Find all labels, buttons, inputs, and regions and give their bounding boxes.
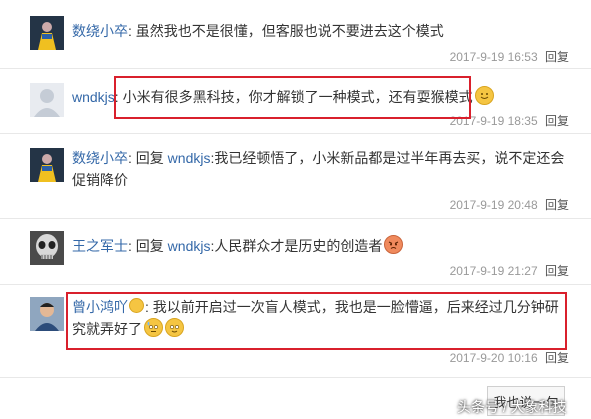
mention-link[interactable]: wndkjs: [168, 238, 211, 254]
author-link[interactable]: 曾小鸿吖: [72, 299, 128, 315]
smiley-emoji-icon: [129, 298, 144, 313]
reply-item: 数绕小卒: 回复 wndkjs:我已经顿悟了，小米新品都是过半年再去买，说不定还…: [0, 134, 591, 219]
reply-word: 回复: [135, 150, 168, 166]
reply-content: 曾小鸿吖: 我以前开启过一次盲人模式，我也是一脸懵逼，后来经过几分钟研究就弄好了: [72, 296, 569, 340]
reply-content: 王之军士: 回复 wndkjs:人民群众才是历史的创造者: [72, 235, 569, 257]
sweat-emoji-icon: [165, 318, 184, 337]
avatar[interactable]: [30, 16, 64, 50]
smiley-emoji-icon: [474, 86, 494, 105]
reply-item: 王之军士: 回复 wndkjs:人民群众才是历史的创造者 2017-9-19 2…: [0, 219, 591, 285]
timestamp: 2017-9-19 18:35: [449, 114, 538, 128]
reply-text: :人民群众才是历史的创造者: [210, 238, 383, 254]
reply-text: 小米有很多黑科技，你才解锁了一种模式，还有耍猴模式: [122, 89, 473, 105]
reply-button[interactable]: 回复: [545, 198, 569, 212]
timestamp: 2017-9-19 21:27: [449, 264, 538, 278]
reply-button[interactable]: 回复: [545, 351, 569, 365]
reply-button[interactable]: 回复: [545, 264, 569, 278]
watermark: 头条号 / 大象科技: [457, 399, 567, 415]
reply-list: 数绕小卒: 虽然我也不是很懂，但客服也说不要进去这个模式 2017-9-19 1…: [0, 0, 591, 419]
author-link[interactable]: 数绕小卒: [72, 150, 128, 166]
reply-content: wndkjs: 小米有很多黑科技，你才解锁了一种模式，还有耍猴模式: [72, 86, 569, 108]
reply-word: 回复: [135, 238, 168, 254]
reply-item: 曾小鸿吖: 我以前开启过一次盲人模式，我也是一脸懵逼，后来经过几分钟研究就弄好了…: [0, 285, 591, 378]
reply-meta: 2017-9-19 20:48 回复: [450, 196, 569, 213]
author-link[interactable]: 王之军士: [72, 238, 128, 254]
colon: :: [128, 150, 136, 166]
timestamp: 2017-9-20 10:16: [449, 351, 538, 365]
reply-text: 虽然我也不是很懂，但客服也说不要进去这个模式: [135, 23, 444, 39]
author-link[interactable]: wndkjs: [72, 89, 115, 105]
reply-button[interactable]: 回复: [545, 50, 569, 64]
timestamp: 2017-9-19 20:48: [449, 198, 538, 212]
reply-meta: 2017-9-20 10:16 回复: [450, 349, 569, 366]
angry-emoji-icon: [384, 235, 404, 254]
sweat-emoji-icon: [144, 318, 163, 337]
reply-item: 数绕小卒: 虽然我也不是很懂，但客服也说不要进去这个模式 2017-9-19 1…: [0, 8, 591, 69]
avatar[interactable]: [30, 297, 64, 331]
avatar[interactable]: [30, 83, 64, 117]
mention-link[interactable]: wndkjs: [168, 150, 211, 166]
avatar[interactable]: [30, 148, 64, 182]
avatar[interactable]: [30, 231, 64, 265]
colon: :: [114, 89, 123, 105]
colon: :: [128, 238, 136, 254]
reply-meta: 2017-9-19 18:35 回复: [450, 112, 569, 129]
reply-item: wndkjs: 小米有很多黑科技，你才解锁了一种模式，还有耍猴模式 2017-9…: [0, 69, 591, 134]
reply-button[interactable]: 回复: [545, 114, 569, 128]
reply-content: 数绕小卒: 虽然我也不是很懂，但客服也说不要进去这个模式: [72, 20, 569, 42]
colon: :: [128, 23, 136, 39]
colon: :: [145, 299, 153, 315]
author-link[interactable]: 数绕小卒: [72, 23, 128, 39]
reply-meta: 2017-9-19 21:27 回复: [450, 262, 569, 279]
timestamp: 2017-9-19 16:53: [449, 50, 538, 64]
reply-meta: 2017-9-19 16:53 回复: [450, 48, 569, 65]
reply-content: 数绕小卒: 回复 wndkjs:我已经顿悟了，小米新品都是过半年再去买，说不定还…: [72, 147, 569, 191]
